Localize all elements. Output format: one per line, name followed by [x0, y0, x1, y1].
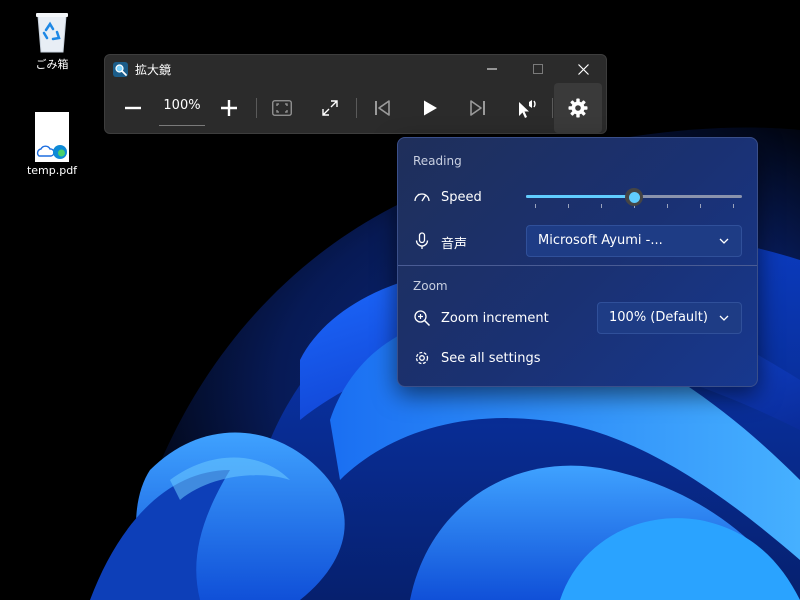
zoom-increment-label: Zoom increment — [441, 311, 549, 326]
reading-section-header: Reading — [413, 154, 462, 168]
maximize-icon — [533, 64, 543, 74]
settings-icon — [568, 98, 588, 118]
minimize-icon — [487, 68, 497, 70]
close-icon — [577, 63, 589, 75]
toolbar-separator — [356, 98, 357, 118]
zoom-in-button[interactable] — [215, 83, 243, 133]
magnifier-window: 拡大鏡 100% — [104, 54, 607, 134]
magnifier-icon — [113, 62, 128, 77]
voice-dropdown-value: Microsoft Ayumi -... — [538, 233, 663, 248]
voice-dropdown[interactable]: Microsoft Ayumi -... — [526, 225, 742, 257]
recycle-bin-icon — [36, 13, 68, 53]
zoom-section-header: Zoom — [413, 279, 448, 293]
pdf-file-icon — [35, 112, 69, 162]
speed-slider-tick — [667, 204, 668, 208]
title-bar[interactable]: 拡大鏡 — [105, 55, 606, 83]
speed-slider-tick — [733, 204, 734, 208]
read-from-pointer-icon — [519, 100, 536, 118]
pdf-file[interactable]: temp.pdf — [17, 112, 87, 177]
pdf-file-label: temp.pdf — [26, 164, 78, 177]
settings-button[interactable] — [554, 83, 602, 133]
see-all-settings-link[interactable]: See all settings — [441, 351, 541, 366]
view-button[interactable] — [267, 83, 297, 133]
zoom-out-icon — [125, 106, 141, 110]
resize-icon — [322, 100, 338, 116]
speed-slider-tick — [700, 204, 701, 208]
next-button[interactable] — [463, 83, 493, 133]
microphone-icon — [413, 232, 431, 250]
recycle-bin[interactable]: ごみ箱 — [17, 8, 87, 72]
speed-label: Speed — [441, 190, 482, 205]
settings-flyout: Reading Speed 音声 Microsoft Ayumi -... Zo… — [397, 137, 758, 387]
zoom-increment-icon — [413, 309, 431, 327]
recycle-bin-label: ごみ箱 — [35, 58, 69, 71]
previous-button[interactable] — [367, 83, 397, 133]
magnifier-toolbar: 100% — [105, 83, 606, 133]
play-icon — [424, 100, 437, 116]
speed-slider-tick — [535, 204, 536, 208]
speed-icon — [413, 188, 431, 206]
speed-slider-tick — [601, 204, 602, 208]
maximize-button[interactable] — [515, 55, 561, 83]
speed-slider-thumb[interactable] — [625, 188, 643, 206]
speed-slider-fill — [526, 195, 634, 198]
voice-label: 音声 — [441, 237, 468, 252]
toolbar-separator — [256, 98, 257, 118]
chevron-down-icon — [719, 238, 729, 244]
view-fullscreen-icon — [272, 100, 292, 116]
speed-slider-tick — [568, 204, 569, 208]
chevron-down-icon — [719, 315, 729, 321]
zoom-in-icon — [221, 100, 237, 116]
section-divider — [398, 265, 757, 266]
zoom-increment-value: 100% (Default) — [609, 310, 708, 325]
zoom-level-value: 100% — [159, 83, 205, 126]
next-icon — [470, 100, 485, 116]
read-from-pointer-button[interactable] — [511, 83, 541, 133]
close-button[interactable] — [560, 55, 606, 83]
resize-button[interactable] — [315, 83, 345, 133]
play-button[interactable] — [415, 83, 445, 133]
zoom-out-button[interactable] — [119, 83, 147, 133]
gear-icon — [413, 349, 431, 367]
speed-slider[interactable] — [526, 187, 742, 209]
zoom-increment-dropdown[interactable]: 100% (Default) — [597, 302, 742, 334]
previous-icon — [375, 100, 390, 116]
minimize-button[interactable] — [469, 55, 515, 83]
window-title: 拡大鏡 — [135, 63, 172, 77]
toolbar-separator — [552, 98, 553, 118]
